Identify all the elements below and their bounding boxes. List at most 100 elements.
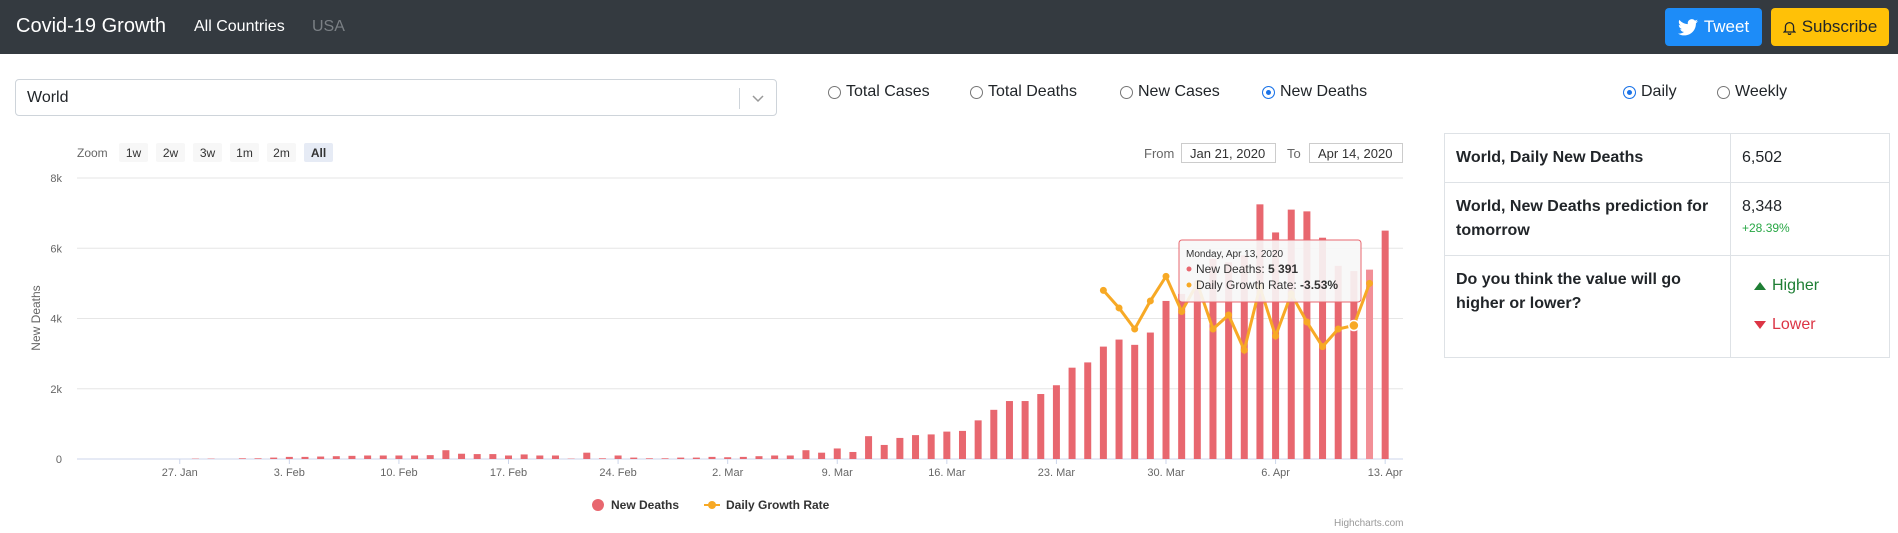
country-select[interactable]: World <box>15 79 777 116</box>
bar-new-deaths[interactable] <box>974 420 982 459</box>
legend-label-growth-rate[interactable]: Daily Growth Rate <box>726 498 830 512</box>
growth-rate-point[interactable] <box>1162 272 1170 280</box>
bar-new-deaths[interactable] <box>645 458 653 459</box>
zoom-button-1m[interactable]: 1m <box>230 143 259 162</box>
zoom-button-3w[interactable]: 3w <box>193 143 222 162</box>
legend-symbol-dot[interactable] <box>708 501 716 509</box>
bar-new-deaths[interactable] <box>536 455 544 459</box>
bar-new-deaths[interactable] <box>301 456 309 459</box>
growth-rate-point[interactable] <box>1334 325 1342 333</box>
bar-new-deaths[interactable] <box>238 458 246 459</box>
radio-new-cases[interactable]: New Cases <box>1120 83 1220 101</box>
bar-new-deaths[interactable] <box>426 455 434 459</box>
zoom-button-2w[interactable]: 2w <box>156 143 185 162</box>
tweet-button[interactable]: Tweet <box>1665 8 1762 46</box>
bar-new-deaths[interactable] <box>1366 269 1374 459</box>
subscribe-button[interactable]: Subscribe <box>1771 8 1889 46</box>
bar-new-deaths[interactable] <box>708 456 716 459</box>
growth-rate-point[interactable] <box>1099 286 1107 294</box>
radio-total-deaths[interactable]: Total Deaths <box>970 83 1077 101</box>
radio-weekly[interactable]: Weekly <box>1717 83 1787 101</box>
bar-new-deaths[interactable] <box>411 455 419 459</box>
bar-new-deaths[interactable] <box>958 430 966 459</box>
bar-new-deaths[interactable] <box>833 448 841 459</box>
bar-new-deaths[interactable] <box>395 455 403 459</box>
bar-new-deaths[interactable] <box>332 456 340 459</box>
zoom-button-All[interactable]: All <box>304 143 333 162</box>
bar-new-deaths[interactable] <box>630 457 638 459</box>
legend-item-growth-rate[interactable]: Daily Growth Rate <box>704 498 830 512</box>
radio-circle[interactable] <box>828 85 841 99</box>
nav-usa[interactable]: USA <box>312 18 345 36</box>
bar-new-deaths[interactable] <box>473 454 481 459</box>
growth-rate-point[interactable] <box>1209 325 1217 333</box>
bar-new-deaths[interactable] <box>990 409 998 459</box>
legend-item-new-deaths[interactable]: New Deaths <box>592 498 679 512</box>
radio-total-cases[interactable]: Total Cases <box>828 83 930 101</box>
growth-rate-point[interactable] <box>1303 318 1311 326</box>
bar-new-deaths[interactable] <box>489 454 497 459</box>
nav-all-countries[interactable]: All Countries <box>194 18 285 36</box>
bar-new-deaths[interactable] <box>1099 346 1107 459</box>
growth-rate-point[interactable] <box>1178 307 1186 315</box>
bar-new-deaths[interactable] <box>661 458 669 459</box>
growth-rate-point[interactable] <box>1225 311 1233 319</box>
bar-new-deaths[interactable] <box>1146 332 1154 459</box>
from-date-input[interactable]: Jan 21, 2020 <box>1181 143 1276 163</box>
radio-circle-selected[interactable] <box>1262 85 1275 99</box>
bar-new-deaths[interactable] <box>551 455 559 459</box>
bar-new-deaths[interactable] <box>927 434 935 459</box>
zoom-button-2m[interactable]: 2m <box>267 143 296 162</box>
bar-new-deaths[interactable] <box>254 458 262 459</box>
bar-new-deaths[interactable] <box>598 458 606 459</box>
bar-new-deaths[interactable] <box>379 455 387 459</box>
bar-new-deaths[interactable] <box>786 455 794 459</box>
bar-new-deaths[interactable] <box>1052 385 1060 459</box>
radio-circle-selected[interactable] <box>1623 85 1636 99</box>
bar-new-deaths[interactable] <box>614 455 622 459</box>
bar-new-deaths[interactable] <box>1131 344 1139 459</box>
lower-button[interactable]: Lower <box>1742 313 1878 337</box>
radio-daily[interactable]: Daily <box>1623 83 1677 101</box>
bar-new-deaths[interactable] <box>1068 367 1076 459</box>
growth-rate-point[interactable] <box>1115 304 1123 312</box>
bar-new-deaths[interactable] <box>442 450 450 459</box>
bar-new-deaths[interactable] <box>896 437 904 459</box>
bar-new-deaths[interactable] <box>755 456 763 459</box>
radio-circle[interactable] <box>970 85 983 99</box>
bar-new-deaths[interactable] <box>364 455 372 459</box>
bar-new-deaths[interactable] <box>880 444 888 459</box>
bar-new-deaths[interactable] <box>912 435 920 459</box>
bar-new-deaths[interactable] <box>692 457 700 459</box>
growth-rate-point[interactable] <box>1272 332 1280 340</box>
bar-new-deaths[interactable] <box>677 457 685 459</box>
bar-new-deaths[interactable] <box>348 455 356 459</box>
bar-new-deaths[interactable] <box>1021 401 1029 459</box>
bar-new-deaths[interactable] <box>583 452 591 459</box>
bar-new-deaths[interactable] <box>285 456 293 459</box>
bar-new-deaths[interactable] <box>1193 283 1201 459</box>
growth-rate-point[interactable] <box>1240 346 1248 354</box>
zoom-button-1w[interactable]: 1w <box>119 143 148 162</box>
bar-new-deaths[interactable] <box>943 431 951 459</box>
bar-new-deaths[interactable] <box>1084 362 1092 459</box>
legend-label-new-deaths[interactable]: New Deaths <box>611 498 679 512</box>
bar-new-deaths[interactable] <box>818 452 826 459</box>
higher-button[interactable]: Higher <box>1742 274 1878 298</box>
growth-rate-point[interactable] <box>1146 297 1154 305</box>
growth-rate-point[interactable] <box>1319 343 1327 351</box>
brand-title[interactable]: Covid-19 Growth <box>16 15 166 38</box>
growth-rate-point[interactable] <box>1131 325 1139 333</box>
bar-new-deaths[interactable] <box>1037 394 1045 459</box>
radio-circle[interactable] <box>1717 85 1730 99</box>
radio-new-deaths[interactable]: New Deaths <box>1262 83 1367 101</box>
bar-new-deaths[interactable] <box>270 457 278 459</box>
chevron-down-icon[interactable] <box>750 90 766 106</box>
highcharts-credits[interactable]: Highcharts.com <box>1334 518 1403 529</box>
bar-new-deaths[interactable] <box>865 436 873 459</box>
bar-new-deaths[interactable] <box>1381 230 1389 459</box>
radio-circle[interactable] <box>1120 85 1133 99</box>
bar-new-deaths[interactable] <box>802 450 810 459</box>
bar-new-deaths[interactable] <box>1115 339 1123 459</box>
to-date-input[interactable]: Apr 14, 2020 <box>1309 143 1403 163</box>
